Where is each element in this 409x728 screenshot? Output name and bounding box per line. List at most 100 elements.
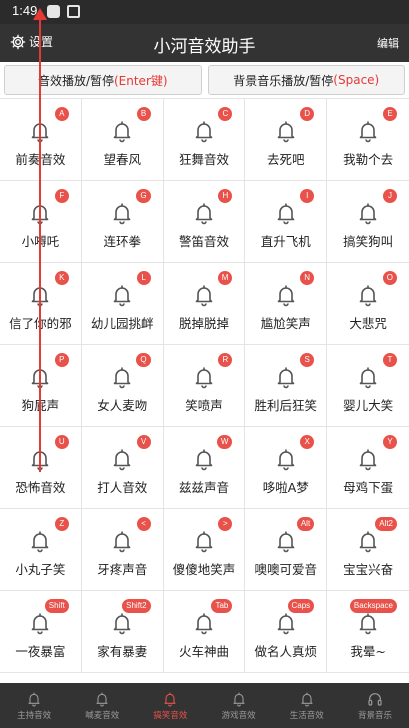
shortcut-badge: X <box>300 435 315 449</box>
sound-button[interactable]: < 牙疼声音 <box>81 509 164 591</box>
sound-button[interactable]: > 傻傻地笑声 <box>163 509 246 591</box>
bell-icon <box>192 283 216 307</box>
shortcut-badge: S <box>300 353 315 367</box>
sound-button[interactable]: Z 小丸子笑 <box>0 509 82 591</box>
sfx-play-pause-label: 音效播放/暂停 <box>37 73 114 88</box>
bell-icon <box>356 529 380 553</box>
shortcut-badge: Alt <box>296 517 315 531</box>
shortcut-badge: V <box>136 435 151 449</box>
sound-button[interactable]: U 恐怖音效 <box>0 427 82 509</box>
sound-label: 做名人真烦 <box>254 644 318 659</box>
sound-button[interactable]: Alt2 宝宝兴奋 <box>327 509 409 591</box>
sound-label: 直升飞机 <box>260 234 311 249</box>
sound-label: 傻傻地笑声 <box>172 562 236 577</box>
bell-icon <box>274 283 298 307</box>
sound-label: 兹兹声音 <box>178 480 229 495</box>
bell-icon <box>28 529 52 553</box>
bgm-shortcut-key: (Space) <box>333 73 380 87</box>
sound-button[interactable]: E 我勒个去 <box>327 99 409 181</box>
sound-button[interactable]: J 搞笑狗叫 <box>327 181 409 263</box>
shortcut-badge: C <box>218 107 233 121</box>
sfx-play-pause-button[interactable]: 音效播放/暂停 (Enter键) <box>4 65 202 95</box>
sound-button[interactable]: T 婴儿大笑 <box>327 345 409 427</box>
sound-label: 噢噢可爱音 <box>254 562 318 577</box>
bell-icon <box>94 691 110 707</box>
sound-label: 小丸子笑 <box>15 562 66 577</box>
sound-label: 大悲咒 <box>349 316 387 331</box>
sound-button[interactable]: W 兹兹声音 <box>163 427 246 509</box>
headphones-icon <box>367 691 383 707</box>
sound-button[interactable]: G 连环拳 <box>81 181 164 263</box>
shortcut-badge: Caps <box>287 599 315 613</box>
sound-label: 尴尬笑声 <box>260 316 311 331</box>
shortcut-badge: T <box>383 353 397 367</box>
sound-button[interactable]: P狗屁声 <box>0 345 82 427</box>
sound-button[interactable]: Backspace 我晕~ <box>327 591 409 673</box>
bell-icon <box>356 365 380 389</box>
nav-tab[interactable]: 搞笑音效 <box>136 683 204 728</box>
sound-button[interactable]: Q 女人麦吻 <box>81 345 164 427</box>
sound-button[interactable]: Y 母鸡下蛋 <box>327 427 409 509</box>
bell-icon <box>192 365 216 389</box>
nav-tab-label: 主持音效 <box>17 710 52 721</box>
sound-button[interactable]: B 望春风 <box>81 99 164 181</box>
sound-label: 恐怖音效 <box>15 480 66 495</box>
sound-button[interactable]: Caps 做名人真烦 <box>245 591 328 673</box>
sound-button[interactable]: Tab 火车神曲 <box>163 591 246 673</box>
bell-icon <box>192 447 216 471</box>
bell-icon <box>110 201 134 225</box>
status-bar: 1:49 <box>0 0 409 24</box>
sound-button[interactable]: A前奏音效 <box>0 99 82 181</box>
bell-icon <box>274 611 298 635</box>
bell-icon <box>110 283 134 307</box>
sound-label: 母鸡下蛋 <box>343 480 394 495</box>
shortcut-badge: Shift <box>44 599 69 613</box>
shortcut-badge: > <box>218 517 233 531</box>
nav-tab[interactable]: 生活音效 <box>273 683 341 728</box>
sound-button[interactable]: X 哆啦A梦 <box>245 427 328 509</box>
sound-button[interactable]: D 去死吧 <box>245 99 328 181</box>
sound-button[interactable]: M 脱掉脱掉 <box>163 263 246 345</box>
sound-button[interactable]: F小嘚吒 <box>0 181 82 263</box>
app-bar: 设置 小河音效助手 编辑 <box>0 24 409 62</box>
notification-icon <box>47 5 60 18</box>
sound-label: 警笛音效 <box>178 234 229 249</box>
edit-button[interactable]: 编辑 <box>377 35 399 51</box>
shortcut-badge: H <box>218 189 233 203</box>
sound-button[interactable]: Alt 噢噢可爱音 <box>245 509 328 591</box>
sound-button[interactable]: Shift 一夜暴富 <box>0 591 82 673</box>
bell-icon <box>356 283 380 307</box>
sound-label: 我勒个去 <box>343 152 394 167</box>
sound-button[interactable]: S 胜利后狂笑 <box>245 345 328 427</box>
nav-tab-label: 背景音乐 <box>357 710 392 721</box>
sound-label: 女人麦吻 <box>97 398 148 413</box>
shortcut-badge: W <box>216 435 233 449</box>
sound-label: 望春风 <box>103 152 141 167</box>
sound-button[interactable]: L 幼儿园挑衅 <box>81 263 164 345</box>
bgm-play-pause-button[interactable]: 背景音乐播放/暂停 (Space) <box>207 65 405 95</box>
sound-grid: A前奏音效 B 望春风 C 狂舞音效 D 去死吧 E 我勒个去 F小嘚吒 G 连环拳 H 警笛音效 I 直升飞… <box>0 98 409 673</box>
shortcut-badge: P <box>54 353 69 367</box>
sound-button[interactable]: K信了你的邪 <box>0 263 82 345</box>
sound-button[interactable]: O 大悲咒 <box>327 263 409 345</box>
sound-button[interactable]: C 狂舞音效 <box>163 99 246 181</box>
nav-tab[interactable]: 游戏音效 <box>205 683 273 728</box>
sound-button[interactable]: V 打人音效 <box>81 427 164 509</box>
bell-icon <box>110 119 134 143</box>
sound-button[interactable]: I 直升飞机 <box>245 181 328 263</box>
notification-icon-2 <box>67 5 80 18</box>
nav-tab[interactable]: 主持音效 <box>0 683 68 728</box>
nav-tab-label: 游戏音效 <box>221 710 256 721</box>
shortcut-badge: N <box>300 271 315 285</box>
shortcut-badge: < <box>136 517 151 531</box>
sound-button[interactable]: R 笑喷声 <box>163 345 246 427</box>
sound-button[interactable]: H 警笛音效 <box>163 181 246 263</box>
nav-tab[interactable]: 背景音乐 <box>341 683 409 728</box>
nav-tab[interactable]: 喊麦音效 <box>68 683 136 728</box>
bell-icon <box>356 611 380 635</box>
sound-label: 哆啦A梦 <box>262 480 309 495</box>
sound-button[interactable]: Shift2 家有暴妻 <box>81 591 164 673</box>
sound-button[interactable]: N 尴尬笑声 <box>245 263 328 345</box>
sound-label: 一夜暴富 <box>15 644 66 659</box>
shortcut-badge: L <box>136 271 151 285</box>
